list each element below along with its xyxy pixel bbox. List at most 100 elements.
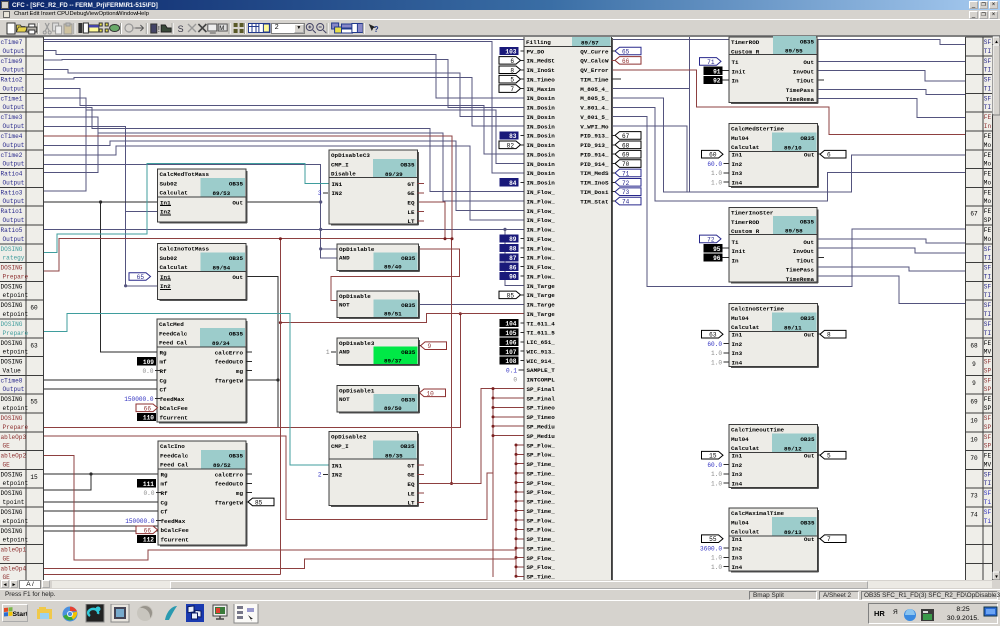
svg-text:etpoint: etpoint (3, 311, 29, 318)
svg-text:1: 1 (326, 349, 330, 356)
svg-text:73: 73 (970, 493, 978, 500)
svg-text:89/37: 89/37 (384, 357, 402, 364)
svg-text:Output: Output (3, 217, 25, 224)
svg-text:SP_Timeo: SP_Timeo (527, 405, 556, 412)
svg-text:ableOp3: ableOp3 (1, 434, 27, 441)
svg-text:Out: Out (803, 59, 814, 66)
svg-text:IN_Dosin: IN_Dosin (527, 180, 556, 187)
svg-text:60.0: 60.0 (707, 341, 722, 348)
svg-text:ableOp2: ableOp2 (1, 453, 27, 460)
svg-text:Output: Output (3, 386, 25, 393)
svg-text:Filling: Filling (526, 39, 551, 46)
svg-text:In4: In4 (732, 564, 743, 571)
svg-text:SP_Flow_: SP_Flow_ (527, 555, 556, 562)
svg-text:SF: SF (984, 246, 992, 253)
svg-text:CMP_I: CMP_I (331, 161, 349, 168)
svg-text:SP: SP (984, 386, 992, 393)
svg-text:5: 5 (827, 453, 831, 460)
svg-text:PV_DO: PV_DO (527, 48, 545, 55)
svg-text:OB35: OB35 (229, 331, 244, 338)
svg-text:OpDisable2: OpDisable2 (331, 434, 367, 441)
svg-text:SAMPLE_T: SAMPLE_T (527, 367, 556, 374)
svg-text:1.0: 1.0 (711, 555, 722, 562)
svg-text:FeedCalc: FeedCalc (159, 330, 188, 337)
svg-text:63: 63 (709, 332, 717, 339)
svg-text:LIC_651_: LIC_651_ (527, 339, 556, 346)
svg-text:67: 67 (622, 133, 630, 140)
svg-text:FE: FE (984, 171, 992, 178)
svg-text:3600.0: 3600.0 (700, 545, 722, 552)
svg-text:OB35: OB35 (229, 181, 244, 188)
svg-text:SP_Flow_: SP_Flow_ (527, 452, 556, 459)
svg-text:111: 111 (143, 481, 154, 488)
svg-text:feedOutO: feedOutO (215, 481, 244, 488)
svg-text:0.0: 0.0 (144, 490, 155, 497)
svg-text:SF: SF (984, 95, 992, 102)
svg-text:60.0: 60.0 (707, 462, 722, 469)
svg-text:Sub02: Sub02 (160, 255, 178, 262)
svg-text:IN_Flow_: IN_Flow_ (527, 236, 556, 243)
svg-text:72: 72 (707, 236, 715, 243)
svg-text:TIM_InoS: TIM_InoS (580, 180, 609, 187)
svg-text:Output: Output (3, 85, 25, 92)
svg-text:TimerROD: TimerROD (731, 39, 760, 46)
svg-text:IN_Dosin: IN_Dosin (527, 114, 556, 121)
svg-text:70: 70 (970, 455, 978, 462)
svg-text:FE: FE (984, 208, 992, 215)
svg-text:In4: In4 (732, 480, 743, 487)
svg-text:V_WFI_Mo: V_WFI_Mo (580, 123, 609, 130)
svg-text:GE: GE (407, 472, 415, 479)
svg-text:106: 106 (505, 339, 516, 346)
svg-text:SP: SP (984, 405, 992, 412)
svg-text:TI: TI (984, 330, 992, 337)
svg-text:TIM_Dosi: TIM_Dosi (580, 189, 609, 196)
svg-text:66: 66 (144, 527, 152, 534)
svg-text:TimeRema: TimeRema (786, 276, 815, 283)
svg-text:OB35: OB35 (401, 396, 416, 403)
svg-text:Mo: Mo (984, 198, 992, 205)
svg-text:SF: SF (984, 265, 992, 272)
svg-text:0.0: 0.0 (143, 368, 154, 375)
svg-text:89: 89 (509, 236, 517, 243)
svg-text:60: 60 (30, 305, 38, 312)
svg-text:55: 55 (30, 399, 38, 406)
svg-text:Output: Output (3, 198, 25, 205)
svg-text:IN_Dosin: IN_Dosin (527, 161, 556, 168)
svg-text:In2: In2 (732, 341, 743, 348)
svg-text:TimePass: TimePass (786, 87, 815, 94)
svg-text:TI_611_4: TI_611_4 (527, 320, 556, 327)
svg-text:Mul04: Mul04 (731, 315, 749, 322)
svg-text:CalcMedSterTime: CalcMedSterTime (731, 126, 784, 133)
svg-text:WIC_914_: WIC_914_ (527, 358, 556, 365)
svg-text:OB35: OB35 (400, 443, 415, 450)
svg-text:DOSING: DOSING (1, 246, 23, 253)
svg-text:In4: In4 (732, 359, 743, 366)
svg-text:SP_Timeo: SP_Timeo (527, 414, 556, 421)
svg-text:Ti: Ti (984, 518, 992, 525)
svg-text:IN_Dosin: IN_Dosin (527, 151, 556, 158)
svg-text:Cf: Cf (160, 387, 168, 394)
svg-text:89/39: 89/39 (385, 171, 403, 178)
svg-text:TimeRema: TimeRema (786, 96, 815, 103)
svg-text:89/34: 89/34 (212, 340, 230, 347)
svg-text:calcErro: calcErro (215, 349, 244, 356)
svg-text:IN_Flow_: IN_Flow_ (527, 273, 556, 280)
svg-text:TI: TI (984, 292, 992, 299)
svg-text:SF: SF (984, 77, 992, 84)
svg-text:calcErro: calcErro (215, 471, 244, 478)
svg-text:IN_Dosin: IN_Dosin (527, 105, 556, 112)
svg-text:Ratio4: Ratio4 (1, 171, 23, 178)
svg-text:66: 66 (622, 58, 630, 65)
svg-text:5: 5 (510, 77, 514, 84)
svg-text:1.0: 1.0 (711, 350, 722, 357)
svg-text:Feed Cal: Feed Cal (160, 462, 189, 469)
svg-text:fTargetW: fTargetW (215, 499, 244, 506)
svg-text:GT: GT (407, 181, 415, 188)
svg-text:0: 0 (513, 377, 517, 384)
svg-text:TI: TI (984, 273, 992, 280)
svg-text:GE: GE (407, 190, 415, 197)
svg-text:74: 74 (622, 199, 630, 206)
svg-text:89/55: 89/55 (785, 48, 803, 55)
svg-text:DOSING: DOSING (1, 283, 23, 290)
svg-text:69: 69 (622, 152, 630, 159)
